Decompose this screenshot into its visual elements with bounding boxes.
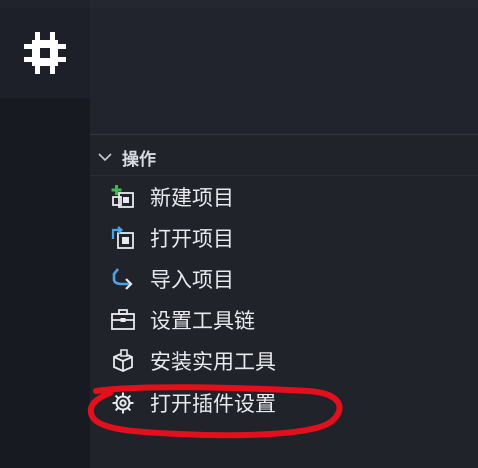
gear-icon: [112, 392, 134, 414]
activity-bar-top: [0, 0, 90, 8]
chevron-down-icon: [98, 153, 112, 162]
action-label: 安装实用工具: [150, 350, 276, 374]
action-label: 打开项目: [150, 227, 234, 251]
action-open-project[interactable]: 打开项目: [110, 222, 234, 254]
action-label: 打开插件设置: [150, 392, 276, 416]
actions-panel: 操作 新建项目 打开项目 导入项目 设置工具链 安装实用工具 打开插件设置: [90, 135, 478, 468]
panel-top-edge: [90, 0, 478, 8]
app-window: 操作 新建项目 打开项目 导入项目 设置工具链 安装实用工具 打开插件设置: [0, 0, 478, 468]
action-setup-toolchain[interactable]: 设置工具链: [110, 304, 255, 336]
action-install-utility[interactable]: 安装实用工具: [110, 345, 276, 377]
section-title: 操作: [122, 149, 156, 170]
action-label: 设置工具链: [150, 309, 255, 333]
action-new-project[interactable]: 新建项目: [110, 181, 234, 213]
action-label: 新建项目: [150, 186, 234, 210]
chip-icon: [24, 32, 66, 74]
action-label: 导入项目: [150, 268, 234, 292]
activity-bar: [0, 0, 90, 468]
install-utility-icon: [113, 349, 133, 372]
action-open-plugin-settings[interactable]: 打开插件设置: [110, 387, 276, 419]
toolbox-icon: [111, 309, 135, 330]
new-project-icon: [111, 185, 134, 208]
import-project-icon: [112, 268, 133, 290]
open-project-icon: [111, 226, 134, 249]
action-import-project[interactable]: 导入项目: [110, 263, 234, 295]
activity-item-chip[interactable]: [0, 8, 90, 98]
section-header-actions[interactable]: 操作: [96, 145, 156, 170]
panel-header-area: [90, 0, 478, 134]
section-divider: [90, 175, 478, 176]
